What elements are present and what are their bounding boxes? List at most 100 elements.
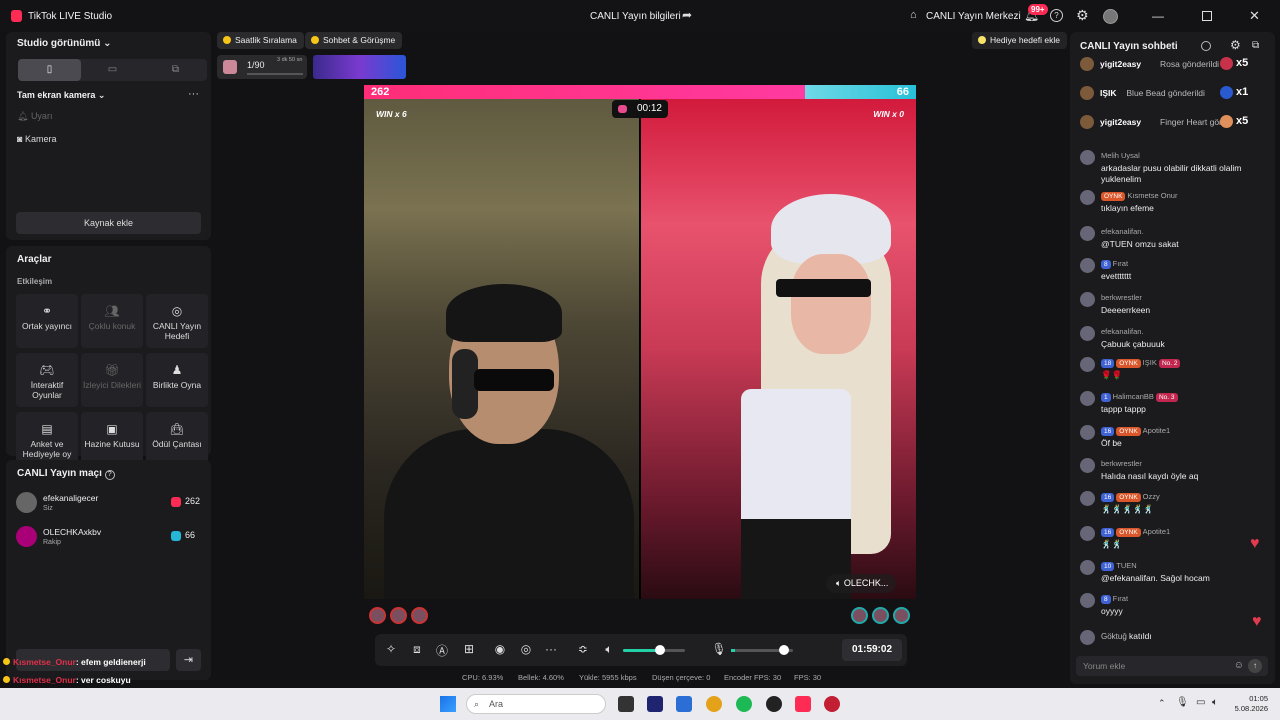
more-icon[interactable]: ···: [188, 88, 199, 100]
tool-link[interactable]: ⚭ Ortak yayıncı: [16, 294, 78, 348]
live-info-link[interactable]: CANLI Yayın bilgileri: [590, 11, 681, 22]
player-name: efekanaligecer: [43, 493, 99, 503]
gift-count: x5: [1236, 57, 1249, 69]
maximize-button[interactable]: [1202, 11, 1212, 21]
source-camera[interactable]: ◙ Kamera: [17, 134, 56, 144]
multi-layout-button[interactable]: ⧉: [144, 59, 207, 81]
gift-count: x5: [1236, 115, 1249, 127]
tool-target[interactable]: ◎ CANLI Yayın Hedefi: [146, 294, 208, 348]
microphone-icon[interactable]: 🎙︎: [711, 642, 727, 656]
goal-icon: [223, 60, 237, 74]
chat-text: Çabuuk çabuuuk: [1101, 339, 1165, 349]
tool-label: Ortak yayıncı: [21, 321, 73, 331]
tool-bag[interactable]: 👜︎ Ödül Çantası: [146, 412, 208, 466]
hourly-ranking-button[interactable]: Saatlik Sıralama: [217, 32, 304, 49]
avatar: [1080, 190, 1095, 205]
microphone-icon[interactable]: 🎙︎: [1176, 697, 1189, 708]
promo-banner[interactable]: [313, 55, 406, 79]
system-clock[interactable]: 01:05 5.08.2026: [1235, 694, 1268, 714]
replay-icon[interactable]: ◎: [518, 642, 534, 656]
add-gift-goal-button[interactable]: Hediye hedefi ekle: [972, 32, 1067, 49]
tool-joystick[interactable]: ♟ Birlikte Oyna: [146, 353, 208, 407]
avatar[interactable]: [1103, 9, 1118, 24]
avatar[interactable]: [411, 607, 428, 624]
fan-badge: OYNK: [1116, 427, 1141, 436]
more-icon[interactable]: ···: [543, 642, 559, 656]
avatar[interactable]: [369, 607, 386, 624]
close-button[interactable]: ✕: [1249, 8, 1260, 24]
network-icon[interactable]: ▭: [1196, 697, 1205, 708]
app-icon[interactable]: [766, 696, 782, 712]
ai-icon[interactable]: Ⓐ: [434, 642, 450, 659]
task-view-icon[interactable]: [618, 696, 634, 712]
avatar[interactable]: [390, 607, 407, 624]
speaker-icon[interactable]: 🔈︎: [601, 642, 617, 657]
tray-chevron-icon[interactable]: ⌃: [1158, 698, 1166, 709]
info-icon[interactable]: [1201, 41, 1211, 51]
settings-sliders-icon[interactable]: ≎: [575, 642, 591, 656]
gift-text: Rosa gönderildi: [1160, 59, 1220, 69]
minimize-button[interactable]: —: [1152, 9, 1164, 23]
chat-call-button[interactable]: Sohbet & Görüşme: [305, 32, 403, 49]
spotify-icon[interactable]: [736, 696, 752, 712]
tool-gamepad[interactable]: 🎮︎ İnteraktif Oyunlar: [16, 353, 78, 407]
emoji-icon[interactable]: ☺: [1234, 656, 1244, 676]
avatar[interactable]: [872, 607, 889, 624]
target-icon: ◎: [171, 304, 183, 318]
overlay-comment: Kısmetse_Onur: ver coskuyu: [3, 675, 131, 685]
warning-icon: [3, 658, 10, 665]
gear-icon[interactable]: ⚙: [1230, 38, 1241, 52]
tiktok-icon[interactable]: [795, 696, 811, 712]
exit-icon[interactable]: ⇥: [176, 649, 201, 671]
tool-gift[interactable]: 🎁︎ İzleyici Dilekleri: [81, 353, 143, 407]
live-center-link[interactable]: CANLI Yayın Merkezi: [926, 11, 1021, 22]
gear-icon[interactable]: ⚙: [1076, 7, 1089, 24]
app-icon[interactable]: [647, 696, 663, 712]
studio-view-dropdown[interactable]: Studio görünümü ⌄: [17, 38, 112, 49]
tool-users[interactable]: 👥︎ Çoklu konuk: [81, 294, 143, 348]
sunglasses: [474, 369, 554, 391]
chat-text: @efekanalifan. Sağol hocam: [1101, 573, 1210, 583]
landscape-layout-button[interactable]: ▭: [81, 59, 144, 81]
help-icon[interactable]: ?: [1050, 9, 1063, 22]
volume-icon[interactable]: 🔈︎: [1212, 697, 1218, 708]
level-badge: 16: [1101, 427, 1115, 436]
record-icon[interactable]: ◉: [492, 642, 508, 656]
gift-icon: [1220, 86, 1233, 99]
tool-label: Anket ve Hediyeyle oy: [22, 439, 72, 459]
comment-input[interactable]: Yorum ekle ☺ ↑: [1076, 656, 1268, 676]
taskbar-search[interactable]: ⌕ Ara: [466, 694, 606, 714]
goal-widget[interactable]: 1/90 3 dk 50 sn: [217, 55, 307, 79]
portrait-layout-button[interactable]: ▯: [18, 59, 81, 81]
enhance-icon[interactable]: ⧈: [409, 642, 425, 657]
tool-label: Çoklu konuk: [88, 321, 136, 331]
chat-text: arkadaslar pusu olabilir dikkatli olalim…: [1101, 163, 1242, 184]
help-icon[interactable]: ?: [104, 470, 115, 480]
app-icon[interactable]: [676, 696, 692, 712]
studio-view-panel: Studio görünümü ⌄ ▯ ▭ ⧉ Tam ekran kamera…: [6, 32, 211, 240]
opponent-tag[interactable]: 🔈︎ OLECHK...: [826, 574, 897, 593]
mic-slider[interactable]: [731, 645, 793, 655]
avatar[interactable]: [851, 607, 868, 624]
share-icon[interactable]: ➦: [682, 8, 692, 22]
tiktok-icon: [171, 531, 181, 541]
add-source-button[interactable]: Kaynak ekle: [16, 212, 201, 234]
app-icon[interactable]: [824, 696, 840, 712]
send-button[interactable]: ↑: [1248, 659, 1262, 673]
popout-icon[interactable]: ⧉: [1252, 40, 1259, 51]
camera-scene-dropdown[interactable]: Tam ekran kamera ⌄: [17, 90, 105, 101]
avatar[interactable]: [893, 607, 910, 624]
windows-start-icon[interactable]: [440, 696, 456, 712]
level-badge: 8: [1101, 260, 1111, 269]
volume-slider[interactable]: [623, 645, 685, 655]
tool-treasure[interactable]: ▣ Hazine Kutusu: [81, 412, 143, 466]
link-icon: ⚭: [41, 304, 53, 318]
add-scene-icon[interactable]: ⊞: [461, 642, 477, 656]
score-right: 66: [896, 86, 909, 98]
avatar: [1080, 630, 1095, 645]
source-alert[interactable]: 🔔︎ Uyarı: [17, 111, 52, 122]
tool-poll[interactable]: ▤ Anket ve Hediyeyle oy: [16, 412, 78, 466]
chrome-icon[interactable]: [706, 696, 722, 712]
effects-icon[interactable]: ✧: [383, 642, 399, 656]
gift-icon: [1220, 57, 1233, 70]
